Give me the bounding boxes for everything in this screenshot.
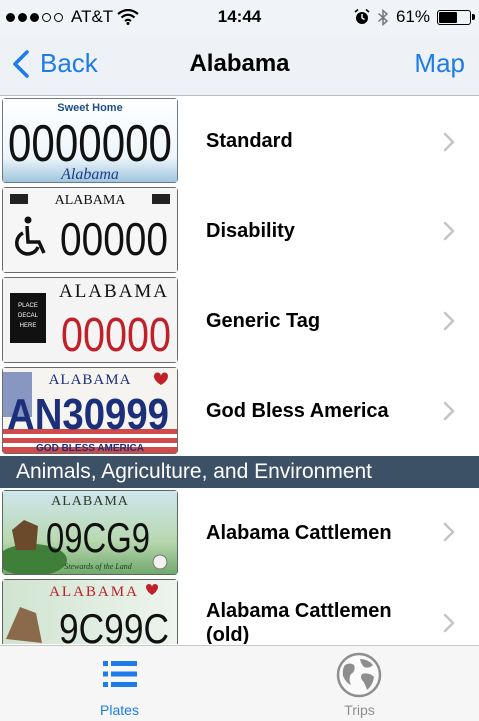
list-item[interactable]: ALABAMA 00000 Disability [0,185,479,276]
battery-percent: 61% [395,7,430,26]
plate-bottom-text: Alabama [60,166,119,183]
alarm-icon [354,9,370,24]
plate-bottom-text: GOD BLESS AMERICA [36,443,144,454]
plate-top-text: ALABAMA [49,584,139,600]
chevron-right-icon [443,221,455,241]
decal-text: DECAL [18,313,39,319]
plate-name-line: (old) [206,624,250,644]
list-item[interactable]: ALABAMA 9C99C Alabama Cattlemen (old) [0,577,479,644]
plate-number: 9C99C [59,605,169,644]
section-header: Animals, Agriculture, and Environment [0,456,479,488]
plate-name-line: Alabama Cattlemen [206,600,392,622]
plate-image: ALABAMA 09CG9 Stewards of the Land [2,490,178,575]
plate-top-text: ALABAMA [59,281,169,302]
status-bar: AT&T 14:44 61% [0,0,479,36]
tab-plates-label: Plates [100,702,139,718]
list-item[interactable]: Sweet Home 0000000 Alabama Standard [0,96,479,186]
plate-image: ALABAMA 9C99C [2,579,178,644]
tab-plates[interactable]: Plates [0,646,239,721]
navigation-bar: Back Alabama Map [0,36,479,96]
plate-top-text: Sweet Home [57,102,122,114]
plate-number: 00000 [60,213,168,265]
plate-top-text: ALABAMA [55,193,127,208]
map-button[interactable]: Map [414,48,465,79]
decal-text: PLACE [18,303,38,309]
tab-trips-label: Trips [344,702,375,718]
page-title: Alabama [189,50,290,77]
plate-list: Sweet Home 0000000 Alabama Standard ALAB… [0,96,479,644]
plate-number: 00000 [61,309,171,362]
plate-number: 0000000 [8,115,172,173]
plate-bottom-text: Stewards of the Land [64,562,132,571]
plate-name: Generic Tag [206,310,321,332]
plate-image: PLACE DECAL HERE ALABAMA 00000 [2,277,178,363]
tab-bar: Plates Trips [0,645,479,721]
bluetooth-icon [377,8,389,26]
plate-top-text: ALABAMA [51,494,129,509]
plate-name: Disability [206,220,295,242]
plate-image: Sweet Home 0000000 Alabama [2,98,178,183]
plate-image: ALABAMA AN30999 GOD BLESS AMERICA [2,367,178,454]
plate-name: Standard [206,130,293,152]
chevron-right-icon [443,132,455,152]
chevron-right-icon [443,613,455,633]
list-item[interactable]: ALABAMA AN30999 GOD BLESS AMERICA God Bl… [0,365,479,456]
plate-number: AN30999 [7,390,169,439]
battery-icon [437,9,475,25]
plate-name: Alabama Cattlemen [206,522,392,544]
list-item[interactable]: PLACE DECAL HERE ALABAMA 00000 Generic T… [0,275,479,366]
chevron-right-icon [443,401,455,421]
plate-image: ALABAMA 00000 [2,187,178,273]
decal-text: HERE [20,323,37,329]
plate-number: 09CG9 [46,514,150,561]
plate-top-text: ALABAMA [49,372,132,388]
list-item[interactable]: ALABAMA 09CG9 Stewards of the Land Alaba… [0,488,479,578]
status-right: 61% [354,7,475,27]
chevron-right-icon [443,311,455,331]
plate-name: God Bless America [206,400,389,422]
list-icon [103,661,137,687]
plate-name: Alabama Cattlemen (old) [206,599,392,644]
chevron-right-icon [443,522,455,542]
globe-icon [336,652,382,698]
tab-trips[interactable]: Trips [240,646,479,721]
